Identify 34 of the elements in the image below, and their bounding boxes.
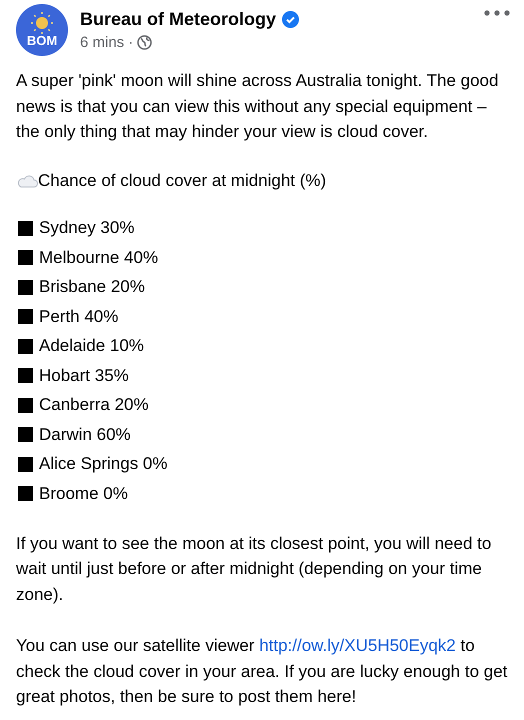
city-forecast: Hobart 35% <box>39 366 129 386</box>
avatar-text: BOM <box>26 34 58 48</box>
city-forecast: Sydney 30% <box>39 218 134 238</box>
globe-icon <box>137 35 152 50</box>
more-options-icon[interactable] <box>484 10 510 16</box>
square-bullet-icon <box>18 309 33 324</box>
city-forecast: Darwin 60% <box>39 424 131 445</box>
city-forecast: Perth 40% <box>39 306 118 327</box>
city-forecast: Broome 0% <box>39 484 128 504</box>
post-paragraph: If you want to see the moon at its closest point, you will need to wait until just before or after midnight (depending on your time zone). <box>16 532 492 606</box>
sun-icon <box>29 12 55 34</box>
post-paragraph: You can use our satellite viewer http://ow.ly/XU5H50Eyqk2 to check the cloud cover in your area. If you are lucky enough to get great photos, then be sure to post them here! <box>16 635 508 708</box>
city-forecast: Alice Springs 0% <box>39 454 168 474</box>
city-forecast: Brisbane 20% <box>39 277 145 298</box>
square-bullet-icon <box>18 338 33 354</box>
square-bullet-icon <box>18 368 33 384</box>
square-bullet-icon <box>18 280 33 295</box>
city-forecast: Canberra 20% <box>39 395 149 416</box>
separator-dot: · <box>128 34 134 51</box>
square-bullet-icon <box>18 250 33 266</box>
satellite-link[interactable]: http://ow.ly/XU5H50Eyqk2 <box>259 636 456 655</box>
post-time[interactable]: 6 mins <box>80 34 124 51</box>
avatar[interactable]: BOM <box>16 4 68 56</box>
square-bullet-icon <box>18 398 33 413</box>
post-paragraph: A super 'pink' moon will shine across Australia tonight. The good news is that you can view this without any special equipment – the only thing that may hinder your view is cloud cover. <box>16 70 500 143</box>
city-forecast: Melbourne 40% <box>39 248 158 268</box>
city-forecast: Adelaide 10% <box>39 336 144 356</box>
square-bullet-icon <box>18 220 33 236</box>
square-bullet-icon <box>18 456 33 472</box>
cloud-icon <box>16 174 38 188</box>
square-bullet-icon <box>18 427 33 442</box>
author-name[interactable]: Bureau of Meteorology <box>80 9 276 30</box>
list-heading: Chance of cloud cover at midnight (%) <box>38 170 326 190</box>
square-bullet-icon <box>18 486 33 502</box>
